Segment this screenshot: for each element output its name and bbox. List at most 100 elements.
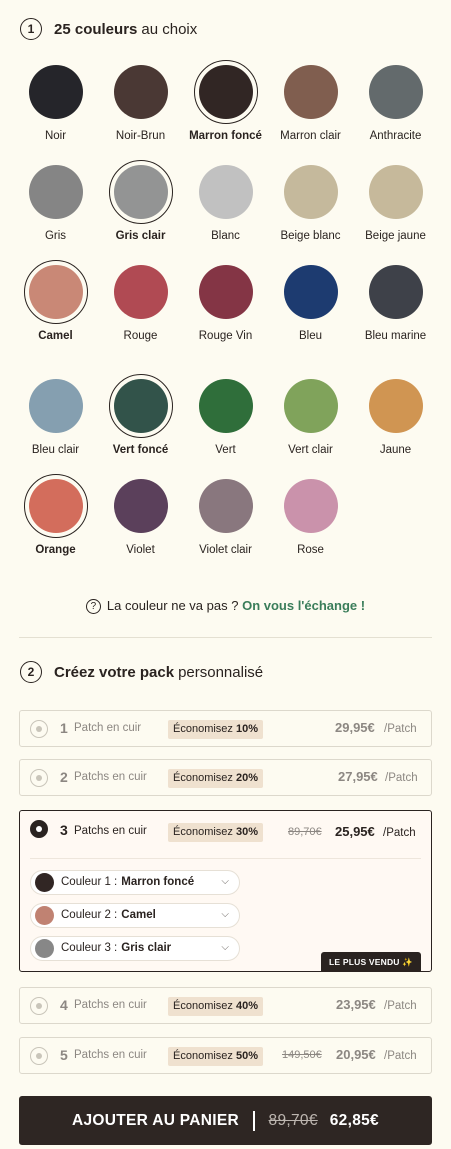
- add-to-cart-button[interactable]: AJOUTER AU PANIER 89,70€ 62,85€: [19, 1096, 432, 1145]
- color-swatch-option[interactable]: Jaune: [353, 374, 438, 456]
- color-dot: [28, 65, 83, 119]
- pack-option-4[interactable]: 4 Patchs en cuir Économisez 40% 23,95€ /…: [19, 987, 432, 1024]
- swatch-ring: [24, 160, 88, 224]
- color-swatch-option[interactable]: Bleu marine: [353, 260, 438, 342]
- pack-qty: 1: [60, 720, 68, 736]
- color-name: Jaune: [379, 444, 412, 456]
- pack-qty: 2: [60, 769, 68, 785]
- badge-prefix: Économisez: [173, 1000, 233, 1012]
- color-swatch-option[interactable]: Beige blanc: [268, 160, 353, 242]
- pack-option-3-selected[interactable]: 3 Patchs en cuir Économisez 30% 89,70€ 2…: [19, 810, 432, 972]
- cart-separator: [253, 1110, 255, 1131]
- chevron-down-icon: ⌵: [221, 942, 229, 953]
- savings-badge: Économisez 20%: [168, 769, 264, 788]
- color-dot: [368, 379, 423, 433]
- radio-button-selected[interactable]: [30, 820, 48, 838]
- exchange-link[interactable]: On vous l'échange !: [242, 598, 365, 613]
- color-swatch-option[interactable]: Rouge Vin: [183, 260, 268, 342]
- color-swatch-option[interactable]: Beige jaune: [353, 160, 438, 242]
- selector-label: Couleur 2 :: [61, 909, 118, 921]
- color-dot: [113, 479, 168, 533]
- color-dot: [198, 479, 253, 533]
- color-swatch: [35, 873, 54, 892]
- badge-prefix: Économisez: [173, 826, 233, 838]
- radio-button[interactable]: [30, 1047, 48, 1065]
- pack-option-5[interactable]: 5 Patchs en cuir Économisez 50% 149,50€ …: [19, 1037, 432, 1074]
- pack-qty: 4: [60, 997, 68, 1013]
- pack-per-unit: /Patch: [384, 1000, 417, 1012]
- badge-percent: 50%: [235, 1050, 259, 1062]
- color-swatch-option[interactable]: Blanc: [183, 160, 268, 242]
- color-swatch-option[interactable]: Rouge: [98, 260, 183, 342]
- radio-button[interactable]: [30, 997, 48, 1015]
- swatch-ring: [279, 474, 343, 538]
- savings-badge: Économisez 40%: [168, 997, 264, 1016]
- color-swatch-option[interactable]: Gris clair: [98, 160, 183, 242]
- color-swatch-option[interactable]: Anthracite: [353, 60, 438, 142]
- swatch-ring: [364, 60, 428, 124]
- color-name: Vert foncé: [112, 444, 169, 456]
- color-swatch-option[interactable]: Violet: [98, 474, 183, 556]
- color-swatch-option[interactable]: Violet clair: [183, 474, 268, 556]
- swatch-ring: [194, 474, 258, 538]
- color-swatch: [35, 939, 54, 958]
- pack-label: Patchs en cuir: [74, 825, 147, 837]
- color-dot: [283, 479, 338, 533]
- color-swatch-option[interactable]: Orange: [13, 474, 98, 556]
- step-title-rest: personnalisé: [178, 663, 264, 681]
- color-selector-2[interactable]: Couleur 2 : Camel ⌵: [30, 903, 240, 928]
- color-swatch-option[interactable]: Noir-Brun: [98, 60, 183, 142]
- color-dot: [283, 65, 338, 119]
- swatch-ring: [24, 60, 88, 124]
- color-name: Violet: [126, 544, 155, 556]
- color-swatch-option[interactable]: Camel: [13, 260, 98, 342]
- color-swatch-option[interactable]: Rose: [268, 474, 353, 556]
- color-dot: [368, 265, 423, 319]
- step-title-bold: Créez votre pack: [54, 663, 175, 681]
- color-swatch-option[interactable]: Marron clair: [268, 60, 353, 142]
- color-dot: [113, 379, 168, 433]
- color-swatch-option[interactable]: Vert clair: [268, 374, 353, 456]
- color-selector-3[interactable]: Couleur 3 : Gris clair ⌵: [30, 936, 240, 961]
- radio-button[interactable]: [30, 720, 48, 738]
- color-name: Gris: [44, 230, 67, 242]
- selector-text: Couleur 3 : Gris clair: [61, 942, 171, 954]
- color-dot: [283, 265, 338, 319]
- color-name: Anthracite: [369, 130, 422, 142]
- selector-label: Couleur 3 :: [61, 942, 118, 954]
- swatch-ring: [23, 260, 88, 324]
- step-title-bold: 25 couleurs: [54, 20, 138, 38]
- swatch-ring: [364, 374, 428, 438]
- pack-price: 23,95€: [336, 997, 376, 1012]
- best-seller-badge: LE PLUS VENDU ✨: [321, 952, 421, 972]
- pack-option-2[interactable]: 2 Patchs en cuir Économisez 20% 27,95€ /…: [19, 759, 432, 796]
- pack-old-price: 149,50€: [282, 1049, 322, 1061]
- color-dot: [28, 165, 83, 219]
- radio-button[interactable]: [30, 769, 48, 787]
- swatch-ring: [109, 474, 173, 538]
- pack-label: Patchs en cuir: [74, 771, 147, 783]
- pack-option-1[interactable]: 1 Patch en cuir Économisez 10% 29,95€ /P…: [19, 710, 432, 747]
- swatch-ring: [108, 374, 173, 438]
- color-swatch-option[interactable]: Gris: [13, 160, 98, 242]
- color-swatch-option[interactable]: Vert: [183, 374, 268, 456]
- color-swatch-option[interactable]: Noir: [13, 60, 98, 142]
- color-swatch-option[interactable]: Bleu: [268, 260, 353, 342]
- color-name: Marron clair: [280, 130, 341, 142]
- color-row: Gris Gris clair Blanc Beige blanc Beige jaun…: [13, 160, 438, 250]
- swatch-ring: [364, 160, 428, 224]
- color-swatch-option[interactable]: Vert foncé: [98, 374, 183, 456]
- color-name: Marron foncé: [189, 130, 262, 142]
- color-name: Noir: [44, 130, 67, 142]
- pack-label: Patch en cuir: [74, 722, 142, 734]
- pack-label: Patchs en cuir: [74, 1049, 147, 1061]
- color-selector-1[interactable]: Couleur 1 : Marron foncé ⌵: [30, 870, 240, 895]
- pack-per-unit: /Patch: [384, 723, 417, 735]
- color-name: Violet clair: [199, 544, 252, 556]
- color-swatch-option[interactable]: Bleu clair: [13, 374, 98, 456]
- color-swatch-option[interactable]: Marron foncé: [183, 60, 268, 142]
- cart-old-price: 89,70€: [268, 1111, 318, 1129]
- cart-price: 62,85€: [329, 1111, 379, 1129]
- swatch-ring: [109, 60, 173, 124]
- color-name: Vert clair: [288, 444, 333, 456]
